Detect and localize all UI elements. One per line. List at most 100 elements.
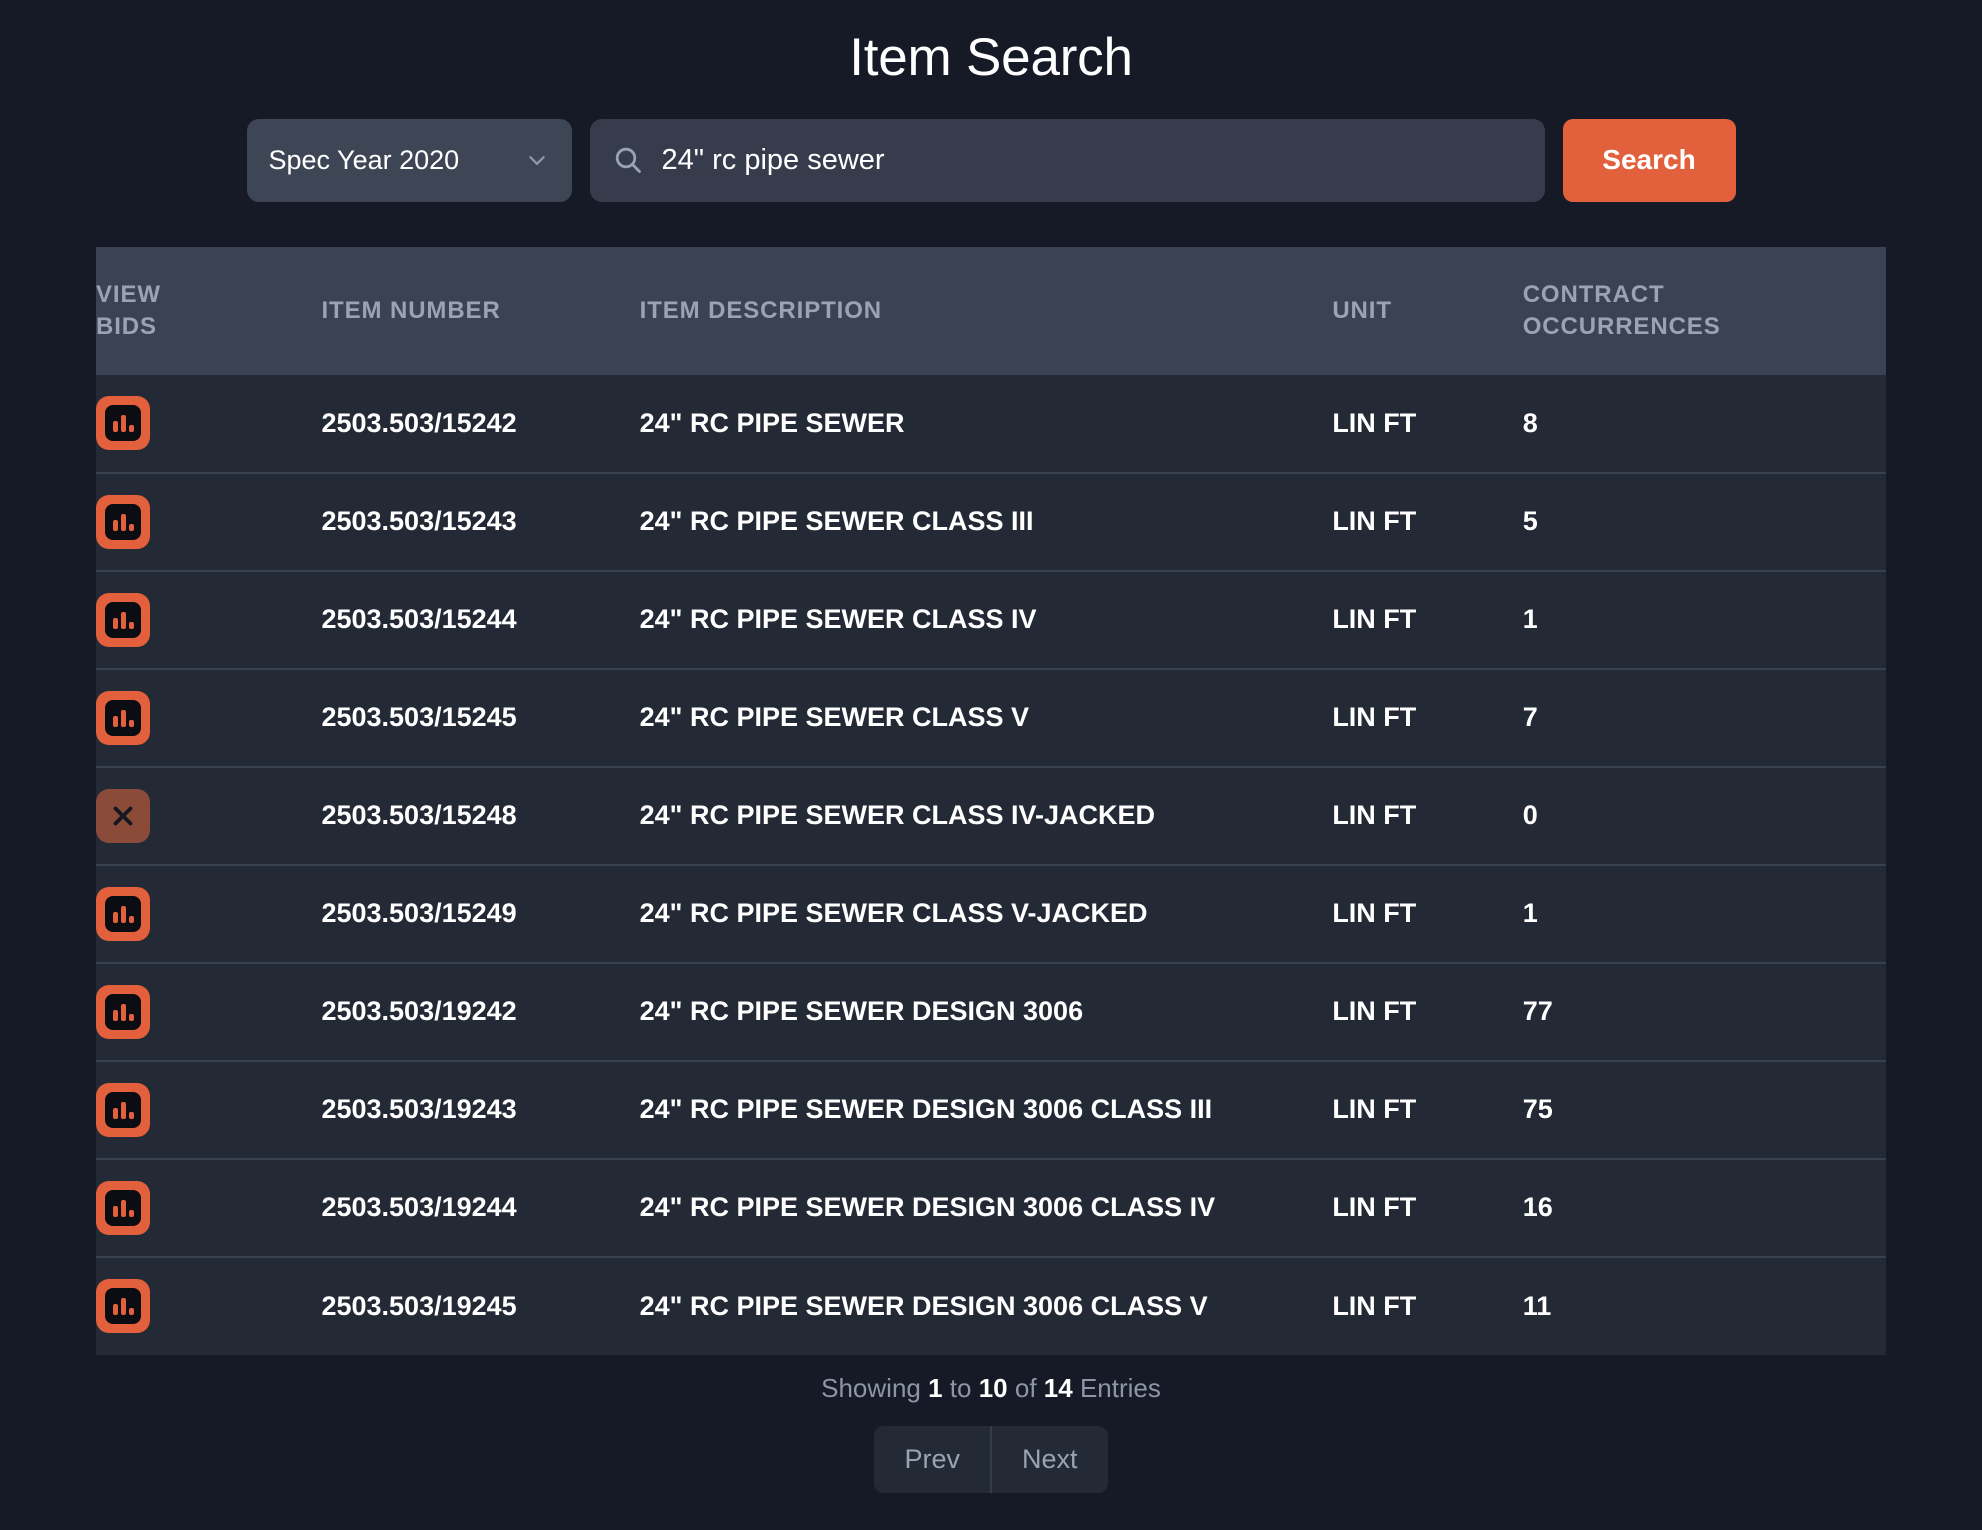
cell-item-number: 2503.503/19245 (321, 1257, 639, 1355)
bar-chart-icon (105, 602, 141, 638)
bar-chart-bar (113, 1304, 118, 1315)
cell-contract-occurrences: 16 (1523, 1159, 1886, 1257)
bar-chart-bar (121, 415, 126, 432)
cell-item-description: 24" RC PIPE SEWER CLASS IV-JACKED (640, 767, 1333, 865)
cell-item-number: 2503.503/19242 (321, 963, 639, 1061)
cell-view-bids (96, 1159, 321, 1257)
cell-item-number: 2503.503/15244 (321, 571, 639, 669)
cell-item-description: 24" RC PIPE SEWER CLASS III (640, 473, 1333, 571)
cell-item-description: 24" RC PIPE SEWER DESIGN 3006 CLASS III (640, 1061, 1333, 1159)
table-row: 2503.503/1924324" RC PIPE SEWER DESIGN 3… (96, 1061, 1886, 1159)
showing-prefix: Showing (821, 1373, 921, 1403)
bar-chart-bar (113, 520, 118, 531)
column-header-view-bids-line1: VIEW (96, 279, 321, 311)
cell-unit: LIN FT (1332, 767, 1522, 865)
bar-chart-bar (113, 716, 118, 727)
bar-chart-bar (121, 1200, 126, 1217)
cell-unit: LIN FT (1332, 473, 1522, 571)
search-field-wrapper[interactable] (590, 119, 1545, 202)
bar-chart-bar (121, 514, 126, 531)
bar-chart-bar (113, 1206, 118, 1217)
cell-unit: LIN FT (1332, 1257, 1522, 1355)
table-row: 2503.503/1524924" RC PIPE SEWER CLASS V-… (96, 865, 1886, 963)
cell-view-bids (96, 375, 321, 473)
bar-chart-bar (121, 1102, 126, 1119)
item-search-page: Item Search Spec Year 2020 Search VIEW (0, 0, 1982, 1530)
column-header-contract-occurrences: CONTRACT OCCURRENCES (1523, 247, 1886, 375)
table-footer: Showing 1 to 10 of 14 Entries Prev Next (0, 1373, 1982, 1493)
search-input[interactable] (662, 144, 1523, 177)
bar-chart-icon (105, 405, 141, 441)
bar-chart-bar (129, 524, 134, 531)
column-header-item-description: ITEM DESCRIPTION (640, 247, 1333, 375)
view-bids-button[interactable] (96, 1181, 150, 1235)
search-button[interactable]: Search (1563, 119, 1736, 202)
table-row: 2503.503/1524524" RC PIPE SEWER CLASS VL… (96, 669, 1886, 767)
bar-chart-bar (113, 1108, 118, 1119)
bar-chart-icon (105, 994, 141, 1030)
table-row: 2503.503/1924424" RC PIPE SEWER DESIGN 3… (96, 1159, 1886, 1257)
cell-item-number: 2503.503/19244 (321, 1159, 639, 1257)
cell-contract-occurrences: 7 (1523, 669, 1886, 767)
view-bids-button[interactable] (96, 1279, 150, 1333)
column-header-view-bids: VIEW BIDS (96, 247, 321, 375)
bar-chart-bar (121, 906, 126, 923)
bar-chart-bar (129, 1308, 134, 1315)
next-page-button[interactable]: Next (990, 1426, 1108, 1493)
bar-chart-bar (113, 618, 118, 629)
prev-page-button[interactable]: Prev (874, 1426, 990, 1493)
bar-chart-bar (129, 622, 134, 629)
cell-item-description: 24" RC PIPE SEWER (640, 375, 1333, 473)
spec-year-dropdown[interactable]: Spec Year 2020 (247, 119, 572, 202)
showing-total: 14 (1044, 1373, 1073, 1403)
cell-item-number: 2503.503/19243 (321, 1061, 639, 1159)
bar-chart-bar (129, 1210, 134, 1217)
cell-contract-occurrences: 11 (1523, 1257, 1886, 1355)
spec-year-label: Spec Year 2020 (269, 145, 524, 176)
search-controls: Spec Year 2020 Search (0, 119, 1982, 202)
cell-contract-occurrences: 5 (1523, 473, 1886, 571)
bar-chart-bar (121, 710, 126, 727)
cell-item-description: 24" RC PIPE SEWER CLASS IV (640, 571, 1333, 669)
bar-chart-bar (129, 720, 134, 727)
pagination: Prev Next (874, 1426, 1107, 1493)
view-bids-button[interactable] (96, 887, 150, 941)
showing-to: 10 (979, 1373, 1008, 1403)
cell-contract-occurrences: 75 (1523, 1061, 1886, 1159)
cell-contract-occurrences: 77 (1523, 963, 1886, 1061)
x-icon (108, 801, 138, 831)
bar-chart-bar (121, 1298, 126, 1315)
column-header-unit: UNIT (1332, 247, 1522, 375)
bar-chart-icon (105, 1092, 141, 1128)
table-row: 2503.503/1924224" RC PIPE SEWER DESIGN 3… (96, 963, 1886, 1061)
cell-unit: LIN FT (1332, 1159, 1522, 1257)
cell-view-bids (96, 963, 321, 1061)
table-row: 2503.503/1924524" RC PIPE SEWER DESIGN 3… (96, 1257, 1886, 1355)
bar-chart-icon (105, 700, 141, 736)
view-bids-button[interactable] (96, 691, 150, 745)
view-bids-disabled-button (96, 789, 150, 843)
cell-item-description: 24" RC PIPE SEWER DESIGN 3006 CLASS V (640, 1257, 1333, 1355)
cell-view-bids (96, 669, 321, 767)
cell-item-description: 24" RC PIPE SEWER DESIGN 3006 (640, 963, 1333, 1061)
bar-chart-bar (129, 916, 134, 923)
bar-chart-bar (113, 1010, 118, 1021)
cell-contract-occurrences: 1 (1523, 571, 1886, 669)
view-bids-button[interactable] (96, 985, 150, 1039)
cell-item-description: 24" RC PIPE SEWER CLASS V-JACKED (640, 865, 1333, 963)
bar-chart-bar (113, 421, 118, 432)
cell-view-bids (96, 865, 321, 963)
view-bids-button[interactable] (96, 593, 150, 647)
view-bids-button[interactable] (96, 495, 150, 549)
cell-contract-occurrences: 1 (1523, 865, 1886, 963)
cell-item-description: 24" RC PIPE SEWER DESIGN 3006 CLASS IV (640, 1159, 1333, 1257)
showing-to-word: to (950, 1373, 972, 1403)
cell-unit: LIN FT (1332, 865, 1522, 963)
bar-chart-icon (105, 1190, 141, 1226)
view-bids-button[interactable] (96, 1083, 150, 1137)
cell-item-number: 2503.503/15248 (321, 767, 639, 865)
page-title: Item Search (0, 0, 1982, 89)
bar-chart-icon (105, 1288, 141, 1324)
view-bids-button[interactable] (96, 396, 150, 450)
column-header-view-bids-line2: BIDS (96, 311, 321, 343)
